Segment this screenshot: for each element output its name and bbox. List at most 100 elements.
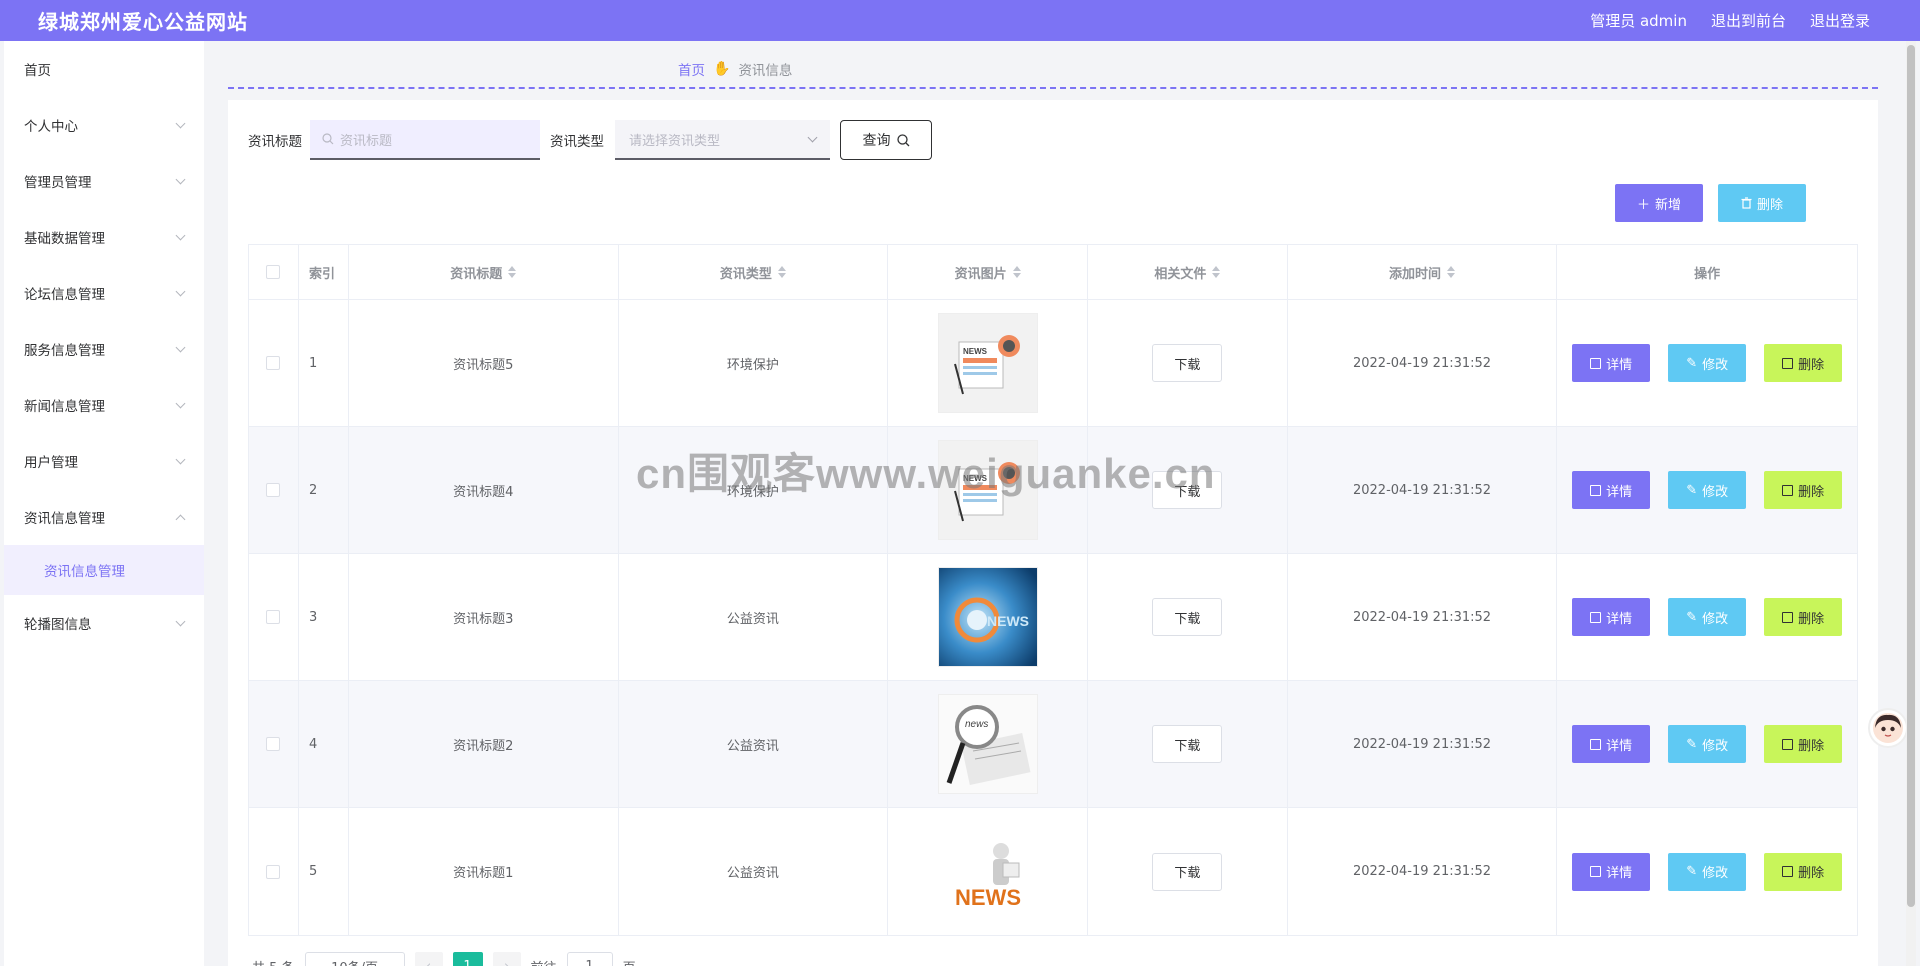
sidebar-item-basic-data[interactable]: 基础数据管理 (4, 209, 204, 265)
edit-label: 修改 (1702, 611, 1729, 627)
download-button[interactable]: 下载 (1152, 344, 1223, 382)
delete-button[interactable]: 删除 (1764, 344, 1843, 382)
page-number[interactable]: 1 (452, 952, 483, 966)
sort-icon[interactable] (777, 266, 786, 278)
detail-button[interactable]: 详情 (1572, 598, 1651, 636)
girl-avatar-icon (1873, 713, 1903, 743)
query-button[interactable]: 查询 (840, 120, 932, 160)
header-image[interactable]: 资讯图片 (888, 245, 1088, 299)
download-button[interactable]: 下载 (1152, 471, 1223, 509)
add-button[interactable]: ＋ 新增 (1615, 184, 1703, 222)
page-jump-input[interactable]: 1 (566, 952, 613, 966)
front-link[interactable]: 退出到前台 (1711, 10, 1786, 31)
plus-icon: ＋ (1636, 197, 1650, 213)
sidebar-item-label: 用户管理 (24, 455, 78, 471)
table-row: 2 资讯标题4 环境保护 NEWS 下载 2022-04-19 21:31:52… (249, 427, 1857, 554)
table-row: 4 资讯标题2 公益资讯 news 下载 2022-04-19 21:31:52… (249, 681, 1857, 808)
site-title: 绿城郑州爱心公益网站 (38, 10, 248, 34)
type-select[interactable]: 请选择资讯类型 (615, 120, 830, 160)
sidebar-item-label: 个人中心 (24, 119, 78, 135)
edit-button[interactable]: ✎ 修改 (1668, 598, 1747, 636)
delete-label: 删除 (1798, 484, 1825, 500)
delete-button[interactable]: 删除 (1764, 725, 1843, 763)
row-checkbox[interactable] (266, 483, 281, 497)
news-thumbnail[interactable]: NEWS (937, 313, 1038, 413)
prev-page-button[interactable]: ‹ (414, 952, 443, 966)
header-time[interactable]: 添加时间 (1288, 245, 1558, 299)
trash-icon (1782, 484, 1794, 496)
batch-delete-button[interactable]: 删除 (1718, 184, 1806, 222)
edit-button[interactable]: ✎ 修改 (1668, 344, 1747, 382)
news-thumbnail[interactable]: NEWS (937, 440, 1038, 540)
breadcrumb-home[interactable]: 首页 (678, 59, 705, 79)
top-links: 管理员 admin 退出到前台 退出登录 (1590, 10, 1870, 31)
news-thumbnail[interactable]: NEWS (937, 821, 1038, 922)
svg-text:NEWS: NEWS (987, 613, 1029, 629)
row-checkbox[interactable] (266, 864, 281, 879)
edit-button[interactable]: ✎ 修改 (1668, 725, 1747, 763)
delete-button[interactable]: 删除 (1764, 598, 1843, 636)
admin-label: 管理员 admin (1590, 12, 1687, 30)
trash-icon (1782, 357, 1794, 369)
delete-button[interactable]: 删除 (1764, 852, 1843, 891)
row-time: 2022-04-19 21:31:52 (1288, 808, 1558, 935)
detail-button[interactable]: 详情 (1572, 471, 1651, 509)
sort-icon[interactable] (1012, 266, 1021, 278)
sidebar-subitem-info-manage[interactable]: 资讯信息管理 (4, 545, 204, 595)
chevron-down-icon (807, 132, 818, 142)
row-checkbox[interactable] (266, 610, 281, 624)
sidebar-item-home[interactable]: 首页 (4, 41, 204, 97)
download-button[interactable]: 下载 (1152, 852, 1223, 891)
detail-button[interactable]: 详情 (1572, 852, 1651, 891)
select-all-checkbox[interactable] (266, 265, 281, 279)
row-checkbox[interactable] (266, 737, 281, 751)
sidebar-item-forum[interactable]: 论坛信息管理 (4, 265, 204, 321)
header-label: 资讯类型 (719, 266, 772, 282)
sort-icon[interactable] (508, 266, 517, 278)
sort-icon[interactable] (1447, 266, 1456, 278)
news-thumbnail[interactable]: NEWS (937, 567, 1038, 667)
next-page-button[interactable]: › (492, 952, 521, 966)
table-header: 索引 资讯标题 资讯类型 资讯图片 相关文件 添加时间 操作 (249, 245, 1857, 300)
type-placeholder: 请选择资讯类型 (629, 133, 721, 149)
news-thumbnail[interactable]: news (937, 694, 1038, 794)
sidebar-item-admin[interactable]: 管理员管理 (4, 153, 204, 209)
sidebar-item-service[interactable]: 服务信息管理 (4, 321, 204, 377)
assistant-avatar[interactable] (1868, 708, 1908, 748)
edit-button[interactable]: ✎ 修改 (1668, 471, 1747, 509)
delete-label: 删除 (1798, 357, 1825, 373)
page-size-select[interactable]: 10条/页 (304, 952, 405, 966)
breadcrumb: 首页 ✋ 资讯信息 (678, 59, 792, 79)
pencil-icon: ✎ (1686, 736, 1698, 752)
download-button[interactable]: 下载 (1152, 725, 1223, 763)
sidebar-item-users[interactable]: 用户管理 (4, 433, 204, 489)
edit-label: 修改 (1702, 357, 1729, 373)
document-icon (1590, 738, 1602, 750)
delete-button[interactable]: 删除 (1764, 471, 1843, 509)
sidebar-item-personal[interactable]: 个人中心 (4, 97, 204, 153)
row-checkbox[interactable] (266, 356, 281, 370)
header-title[interactable]: 资讯标题 (349, 245, 619, 299)
sidebar-item-label: 新闻信息管理 (24, 399, 105, 415)
detail-button[interactable]: 详情 (1572, 344, 1651, 382)
edit-label: 修改 (1702, 866, 1729, 881)
edit-button[interactable]: ✎ 修改 (1668, 852, 1747, 891)
sidebar-item-info[interactable]: 资讯信息管理 (4, 489, 204, 545)
divider (228, 87, 1878, 89)
sidebar-item-label: 基础数据管理 (24, 231, 105, 247)
download-button[interactable]: 下载 (1152, 598, 1223, 636)
sidebar-item-news[interactable]: 新闻信息管理 (4, 377, 204, 433)
sidebar-item-carousel[interactable]: 轮播图信息 (4, 595, 204, 651)
scrollbar-thumb[interactable] (1907, 45, 1915, 907)
document-icon (1590, 357, 1602, 369)
title-search-input[interactable]: 资讯标题 (310, 120, 540, 160)
header-file[interactable]: 相关文件 (1088, 245, 1288, 299)
chevron-up-icon (175, 514, 186, 524)
detail-button[interactable]: 详情 (1572, 725, 1651, 763)
sort-icon[interactable] (1212, 266, 1221, 278)
header-ops: 操作 (1557, 245, 1857, 299)
sidebar-item-label: 论坛信息管理 (24, 287, 105, 303)
header-type[interactable]: 资讯类型 (619, 245, 889, 299)
logout-link[interactable]: 退出登录 (1810, 10, 1870, 31)
chevron-down-icon (175, 454, 186, 464)
